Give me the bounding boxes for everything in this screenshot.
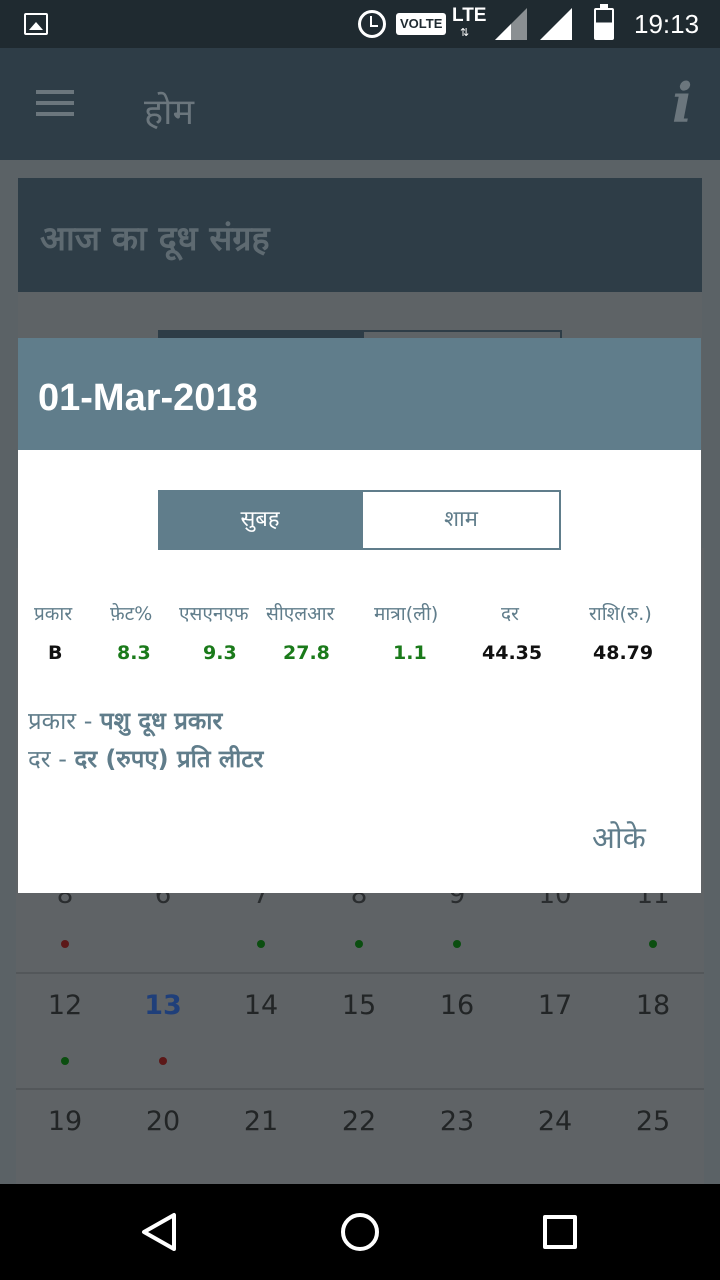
calendar-day[interactable]: 21 (231, 1106, 291, 1138)
column-header-fat: फ़ेट% (110, 603, 153, 625)
calendar-day[interactable]: 12 (35, 990, 95, 1022)
dialog-date: 01-Mar-2018 (38, 377, 258, 419)
value-snf: 9.3 (203, 642, 237, 664)
legend-type-key: प्रकार - (28, 707, 101, 735)
calendar-divider (16, 972, 704, 974)
value-quantity: 1.1 (393, 642, 427, 664)
legend-rate: दर - दर (रुपए) प्रति लीटर (28, 742, 263, 775)
data-activity-icon: ⇅ (460, 26, 470, 39)
value-fat: 8.3 (117, 642, 151, 664)
morning-entry-dot (453, 940, 461, 948)
today-collection-title: आज का दूध संग्रह (40, 219, 270, 259)
network-type: LTE (452, 5, 487, 26)
morning-entry-dot (649, 940, 657, 948)
recent-apps-icon[interactable] (543, 1215, 577, 1249)
calendar-day[interactable]: 14 (231, 990, 291, 1022)
calendar-day[interactable]: 24 (525, 1106, 585, 1138)
calendar-day[interactable]: 22 (329, 1106, 389, 1138)
column-header-type: प्रकार (34, 603, 73, 625)
legend-type: प्रकार - पशु दूध प्रकार (28, 704, 222, 737)
calendar-day[interactable]: 17 (525, 990, 585, 1022)
tab-morning[interactable]: सुबह (158, 490, 362, 550)
dialog-header: 01-Mar-2018 (18, 338, 701, 450)
evening-entry-dot (61, 940, 69, 948)
info-icon[interactable]: i (672, 72, 693, 134)
ok-button[interactable]: ओके (592, 816, 646, 857)
calendar-day[interactable]: 16 (427, 990, 487, 1022)
volte-badge: VOLTE (396, 13, 447, 35)
navigation-bar (0, 1184, 720, 1280)
value-type: B (48, 642, 63, 664)
app-bar (0, 48, 720, 160)
column-header-rate: दर (501, 603, 519, 625)
column-header-amount: राशि(रु.) (589, 603, 652, 625)
collection-detail-dialog: 01-Mar-2018 सुबह शाम प्रकार फ़ेट% एसएनएफ… (18, 338, 701, 893)
status-bar: VOLTE LTE ⇅ 19:13 (0, 0, 720, 48)
calendar-day[interactable]: 20 (133, 1106, 193, 1138)
menu-icon[interactable] (36, 88, 76, 118)
legend-rate-value: दर (रुपए) प्रति लीटर (74, 745, 264, 773)
tab-evening[interactable]: शाम (361, 490, 561, 550)
calendar-day[interactable]: 15 (329, 990, 389, 1022)
calendar-day[interactable]: 23 (427, 1106, 487, 1138)
morning-entry-dot (257, 940, 265, 948)
back-icon[interactable] (140, 1212, 180, 1252)
evening-entry-dot (159, 1057, 167, 1065)
page-title: होम (144, 92, 194, 133)
column-header-quantity: मात्रा(ली) (374, 603, 439, 625)
value-amount: 48.79 (593, 642, 654, 664)
gallery-notification-icon (24, 13, 48, 35)
calendar-day-today[interactable]: 13 (133, 990, 193, 1022)
morning-entry-dot (355, 940, 363, 948)
clock: 19:13 (634, 9, 700, 39)
value-rate: 44.35 (482, 642, 543, 664)
legend-rate-key: दर - (28, 745, 75, 773)
value-clr: 27.8 (283, 642, 330, 664)
column-header-snf: एसएनएफ (179, 603, 249, 625)
signal-sim2-icon (540, 8, 572, 40)
column-header-clr: सीएलआर (266, 603, 335, 625)
signal-sim1-level-icon (495, 24, 511, 40)
morning-entry-dot (61, 1057, 69, 1065)
battery-icon (594, 4, 614, 40)
calendar-day[interactable]: 25 (623, 1106, 683, 1138)
home-icon[interactable] (341, 1213, 379, 1251)
alarm-icon (358, 10, 386, 38)
calendar-day[interactable]: 19 (35, 1106, 95, 1138)
calendar-divider (16, 1088, 704, 1090)
calendar-day[interactable]: 18 (623, 990, 683, 1022)
legend-type-value: पशु दूध प्रकार (100, 707, 223, 735)
